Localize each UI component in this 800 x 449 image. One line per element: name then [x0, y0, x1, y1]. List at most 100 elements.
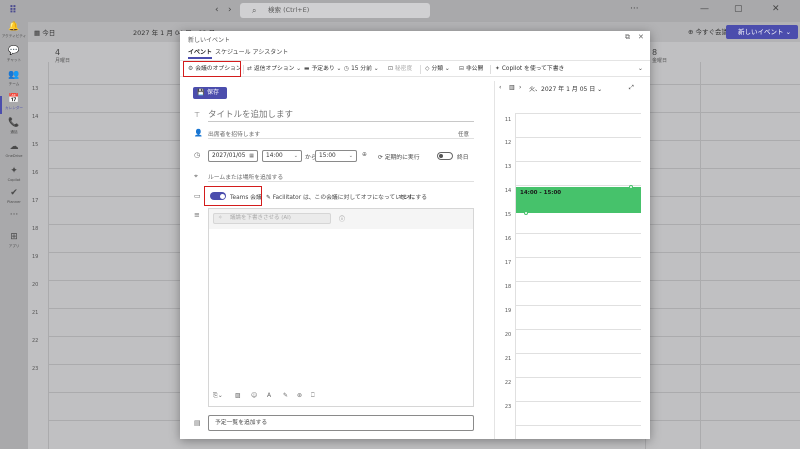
preview-hour-label: 21: [504, 356, 512, 362]
resize-handle-bottom[interactable]: [524, 211, 528, 215]
preview-hour-line: [515, 257, 641, 258]
toolbar-overflow-icon[interactable]: ⌄: [638, 64, 643, 74]
all-day-toggle[interactable]: [437, 152, 453, 160]
expand-icon[interactable]: ⤢: [629, 84, 634, 92]
start-time-field[interactable]: 14:00 ⌄: [262, 150, 302, 162]
rail-item-calendar[interactable]: 📅 カレンダー: [0, 94, 28, 118]
save-button[interactable]: 💾 保存: [193, 87, 227, 99]
more-options-icon[interactable]: ···: [630, 4, 639, 14]
preview-hour-label: 22: [504, 380, 512, 386]
preview-date-label[interactable]: 火、2027 年 1 月 05 日 ⌄: [529, 84, 602, 93]
start-date-field[interactable]: 2027/01/05 ▦: [208, 150, 258, 162]
day-view-icon[interactable]: ▥: [509, 84, 515, 91]
emoji-icon[interactable]: ☺: [251, 392, 257, 399]
copilot-icon: ✦: [495, 66, 500, 72]
pen-icon[interactable]: ✎: [283, 392, 288, 399]
tab-event[interactable]: イベント: [188, 47, 213, 59]
rail-item-more[interactable]: ···: [0, 210, 28, 234]
reminder-button[interactable]: ◷ 15 分前 ⌄: [344, 64, 379, 74]
category-button[interactable]: ◇ 分類 ⌄: [425, 64, 450, 74]
bell-icon: 🔔: [8, 22, 20, 32]
sensitivity-button[interactable]: ⊡ 秘密度: [388, 64, 412, 74]
agenda-input[interactable]: 予定一覧を追加する: [208, 415, 474, 431]
rail-item-chat[interactable]: 💬 チャット: [0, 46, 28, 70]
calendar-hour-label: 19: [32, 254, 39, 260]
busy-status-button[interactable]: ▬ 予定あり ⌄: [304, 64, 341, 74]
popout-icon[interactable]: ⧉: [625, 33, 630, 42]
search-input[interactable]: ⌕ 検索 (Ctrl+E): [240, 3, 430, 18]
chat-icon: 💬: [8, 46, 20, 56]
prev-day-icon[interactable]: ‹: [499, 84, 501, 91]
loop-icon[interactable]: ⊛: [297, 392, 302, 399]
preview-hour-line: [515, 377, 641, 378]
response-options-button[interactable]: ⇄ 返信オプション ⌄: [247, 64, 301, 74]
rail-item-onedrive[interactable]: ☁ OneDrive: [0, 142, 28, 166]
forward-icon[interactable]: ›: [228, 5, 232, 15]
more-tools-icon[interactable]: ⎕: [311, 392, 315, 400]
timezone-icon[interactable]: ⊕: [362, 152, 367, 158]
back-icon[interactable]: ‹: [215, 5, 219, 15]
planner-icon: ✔: [10, 188, 18, 198]
preview-hour-label: 19: [504, 308, 512, 314]
rail-item-activity[interactable]: 🔔 アクティビティ: [0, 22, 28, 46]
toolbar-divider: [490, 65, 491, 74]
save-icon: 💾: [197, 89, 205, 96]
new-event-button[interactable]: 新しいイベント ⌄: [726, 25, 798, 39]
draft-event-block[interactable]: 14:00 - 15:00: [516, 185, 641, 215]
optional-attendees-link[interactable]: 任意: [458, 130, 469, 138]
today-button[interactable]: ▦ 今日: [34, 27, 55, 37]
rail-item-planner[interactable]: ✔ Planner: [0, 188, 28, 212]
meet-now-button[interactable]: ⊕ 今すぐ会議: [688, 26, 728, 36]
description-editor[interactable]: ✧ 議論を下書きさせる (AI) ⓘ ⎘⌄ ▨ ☺ A ✎ ⊛ ⎕: [208, 208, 474, 407]
ai-draft-button[interactable]: ✧ 議論を下書きさせる (AI): [213, 213, 331, 224]
close-window-icon[interactable]: ✕: [772, 4, 780, 14]
sparkle-icon: ✧: [218, 215, 223, 221]
rail-item-apps[interactable]: ⊞ アプリ: [0, 232, 28, 256]
clock-icon: ◷: [194, 151, 201, 159]
calendar-picker-icon: ▦: [249, 153, 254, 159]
image-icon[interactable]: ▨: [235, 392, 241, 399]
preview-hour-label: 23: [504, 404, 512, 410]
resize-handle-top[interactable]: [629, 185, 633, 189]
recurrence-button[interactable]: ⟳ 定期的に実行: [378, 152, 420, 161]
maximize-icon[interactable]: ▢: [734, 4, 743, 14]
calendar-hour-label: 18: [32, 226, 39, 232]
next-day-icon[interactable]: ›: [519, 84, 521, 91]
attendees-input[interactable]: 出席者を招待します: [208, 129, 474, 139]
preview-hour-label: 18: [504, 284, 512, 290]
status-icon: ▬: [304, 66, 310, 72]
close-dialog-icon[interactable]: ✕: [638, 33, 644, 41]
rail-item-calls[interactable]: 📞 通話: [0, 118, 28, 142]
rail-item-label: Planner: [7, 199, 21, 204]
turn-on-link[interactable]: オンにする: [398, 192, 427, 201]
preview-hour-line: [515, 185, 641, 186]
editor-ai-bar: ✧ 議論を下書きさせる (AI) ⓘ: [209, 209, 473, 229]
lock-icon: ⊡: [388, 66, 393, 72]
rail-item-teams[interactable]: 👥 チーム: [0, 70, 28, 94]
calendar-day-header[interactable]: 8 金曜日: [652, 48, 667, 64]
app-rail: 🔔 アクティビティ 💬 チャット 👥 チーム 📅 カレンダー 📞 通話 ☁ On…: [0, 22, 28, 449]
clock-icon: ◷: [344, 66, 350, 72]
phone-icon: 📞: [8, 118, 20, 128]
copilot-draft-button[interactable]: ✦ Copilot を使って下書き: [495, 64, 564, 74]
rail-item-copilot[interactable]: ✦ Copilot: [0, 166, 28, 190]
day-preview-grid[interactable]: 11 12 13 14 15 16 17 18 19 20 21 22 23 1…: [501, 113, 641, 439]
info-icon[interactable]: ⓘ: [339, 214, 345, 223]
teams-logo-icon: ⠿: [9, 5, 17, 16]
attach-icon[interactable]: ⎘⌄: [213, 392, 223, 400]
end-time-field[interactable]: 15:00 ⌄: [315, 150, 357, 162]
minimize-icon[interactable]: —: [700, 4, 709, 14]
calendar-hour-label: 20: [32, 282, 39, 288]
preview-hour-label: 11: [504, 117, 512, 123]
title-icon: ⊤: [194, 111, 201, 119]
format-icon[interactable]: A: [267, 392, 271, 399]
title-input[interactable]: [208, 108, 474, 122]
preview-hour-line: [515, 233, 641, 234]
teams-icon: 👥: [8, 70, 20, 80]
tab-scheduling-assistant[interactable]: スケジュール アシスタント: [215, 47, 288, 56]
location-input[interactable]: ルームまたは場所を追加する: [208, 172, 474, 182]
preview-hour-label: 16: [504, 236, 512, 242]
private-button[interactable]: ⊟ 非公開: [459, 64, 483, 74]
calendar-day-header[interactable]: 4 月曜日: [55, 48, 70, 64]
cloud-icon: ☁: [9, 142, 19, 152]
